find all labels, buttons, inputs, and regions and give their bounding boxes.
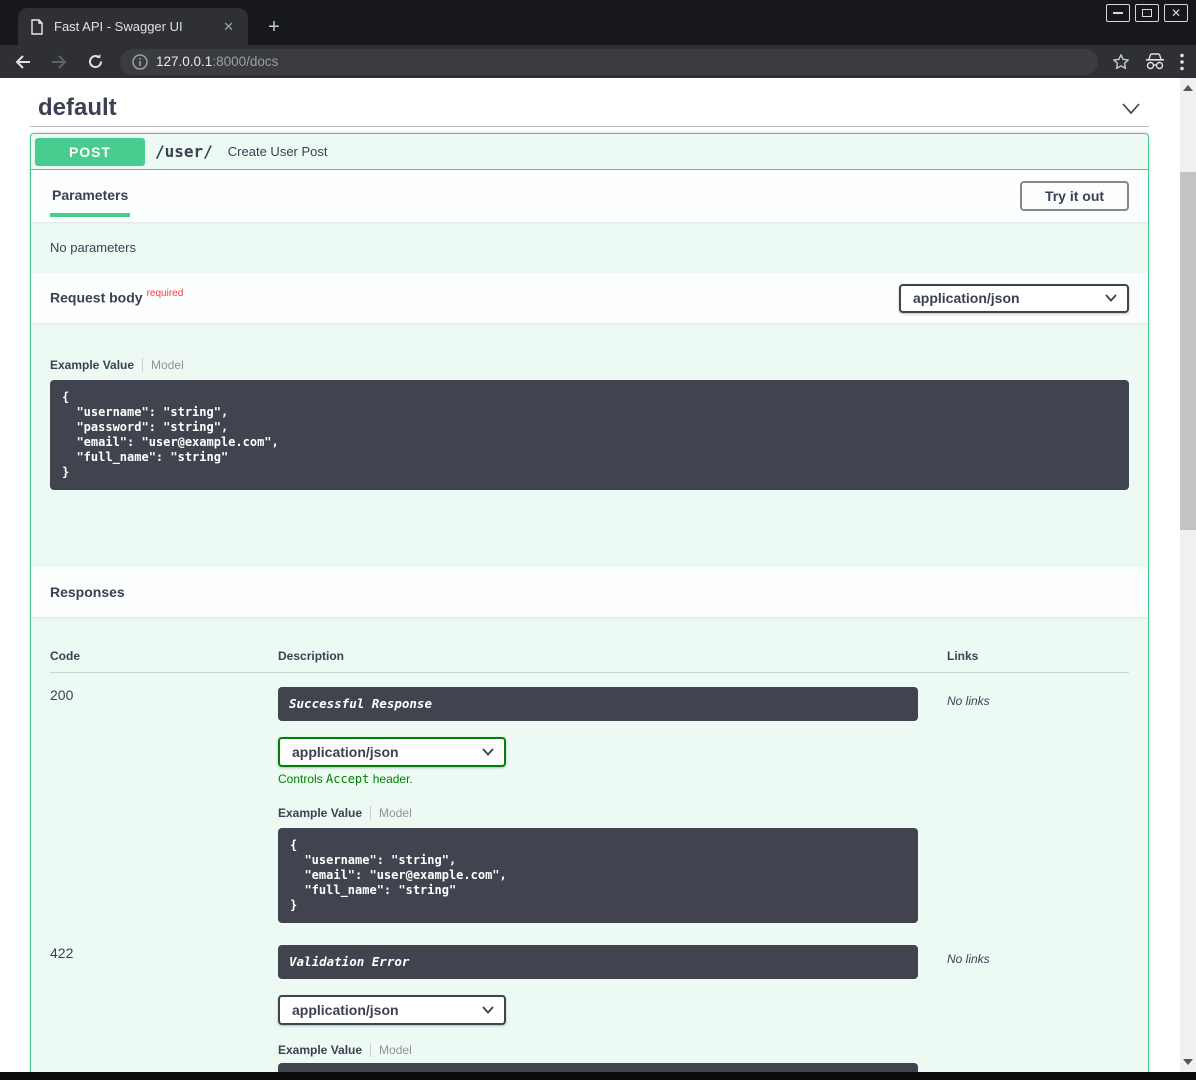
response-media-type-value-200: application/json (292, 744, 399, 760)
tab-parameters: Parameters (50, 170, 130, 217)
parameters-label: Parameters (52, 187, 128, 203)
tab-title: Fast API - Swagger UI (54, 19, 219, 34)
response-links: No links (947, 687, 1129, 923)
column-code: Code (50, 649, 278, 663)
response-media-type-value-422: application/json (292, 1002, 399, 1018)
response-description: Validation Error (278, 945, 918, 979)
response-media-type-select-422[interactable]: application/json (278, 995, 506, 1025)
response-media-type-select-200[interactable]: application/json (278, 737, 506, 767)
example-model-tabs: Example Value Model (278, 1043, 947, 1057)
url-bar[interactable]: 127.0.0.1:8000/docs (120, 49, 1098, 75)
request-example-json[interactable]: { "username": "string", "password": "str… (50, 380, 1129, 490)
responses-table: Code Description Links 200 Successful Re… (31, 617, 1148, 1072)
responses-table-head: Code Description Links (50, 649, 1129, 673)
response-example-json-422[interactable]: { "detail": [ (278, 1063, 918, 1072)
browser-tab[interactable]: Fast API - Swagger UI ✕ (18, 8, 248, 45)
browser-toolbar: 127.0.0.1:8000/docs (0, 45, 1196, 78)
accept-note-prefix: Controls (278, 772, 326, 786)
opblock-post-user: POST /user/ Create User Post Parameters … (30, 133, 1149, 1072)
column-links: Links (947, 649, 1129, 663)
request-body-header: Request body required application/json (31, 273, 1148, 323)
request-example-area: Example Value Model { "username": "strin… (31, 323, 1148, 567)
maximize-button[interactable] (1135, 4, 1159, 22)
window-bottom-edge (0, 1072, 1196, 1080)
accept-note-suffix: header. (369, 772, 412, 786)
response-description-cell: Validation Error application/json (278, 945, 947, 1072)
try-it-out-button[interactable]: Try it out (1020, 181, 1129, 211)
required-badge: required (147, 288, 184, 299)
response-description: Successful Response (278, 687, 918, 721)
tab-model[interactable]: Model (151, 358, 184, 372)
incognito-icon (1144, 53, 1166, 71)
response-row-422: 422 Validation Error application/json (50, 931, 1129, 1072)
example-model-tabs: Example Value Model (50, 358, 1129, 372)
scrollbar-down-arrow-icon[interactable] (1183, 1059, 1193, 1065)
chevron-down-icon (482, 1006, 494, 1014)
tag-section-title: default (38, 94, 117, 122)
new-tab-button[interactable]: + (262, 16, 286, 40)
example-model-tabs: Example Value Model (278, 806, 947, 820)
responses-title: Responses (50, 584, 125, 600)
endpoint-summary: Create User Post (228, 144, 328, 159)
parameters-header: Parameters Try it out (31, 170, 1148, 222)
response-row-200: 200 Successful Response application/json (50, 673, 1129, 923)
site-info-icon[interactable] (132, 54, 148, 70)
request-media-type-select[interactable]: application/json (899, 284, 1129, 313)
toolbar-right-icons (1112, 53, 1184, 71)
request-media-type-value: application/json (913, 290, 1020, 306)
no-parameters-message: No parameters (31, 222, 1148, 273)
tab-model[interactable]: Model (379, 806, 412, 820)
scrollbar-up-arrow-icon[interactable] (1183, 85, 1193, 91)
http-method-badge: POST (35, 138, 145, 166)
accept-note-code: Accept (326, 772, 369, 786)
minimize-button[interactable] (1106, 4, 1130, 22)
request-body-label: Request body (50, 290, 143, 306)
response-code: 200 (50, 687, 278, 923)
url-path: :8000/docs (212, 54, 278, 69)
response-description-cell: Successful Response application/json Con… (278, 687, 947, 923)
tab-close-icon[interactable]: ✕ (219, 19, 238, 35)
section-collapse-chevron-icon[interactable] (1121, 102, 1141, 115)
endpoint-path: /user/ (155, 142, 213, 161)
tab-example-value[interactable]: Example Value (50, 358, 134, 372)
reload-icon[interactable] (82, 49, 108, 75)
tab-separator (370, 806, 371, 820)
tab-separator (370, 1043, 371, 1057)
scrollbar-thumb[interactable] (1180, 172, 1196, 530)
page-scrollbar[interactable] (1180, 78, 1196, 1072)
tab-example-value[interactable]: Example Value (278, 1043, 362, 1057)
favicon-document-icon (30, 19, 44, 35)
response-code: 422 (50, 945, 278, 1072)
opblock-summary[interactable]: POST /user/ Create User Post (31, 134, 1148, 170)
tab-separator (142, 358, 143, 372)
window-controls: ✕ (1106, 4, 1188, 22)
tab-example-value[interactable]: Example Value (278, 806, 362, 820)
forward-arrow-icon[interactable] (46, 49, 72, 75)
tag-section-header[interactable]: default (30, 78, 1149, 127)
bookmark-star-icon[interactable] (1112, 53, 1130, 71)
accept-header-note: Controls Accept header. (278, 772, 947, 786)
chevron-down-icon (482, 748, 494, 756)
url-text[interactable]: 127.0.0.1:8000/docs (156, 54, 278, 69)
kebab-menu-icon[interactable] (1180, 53, 1184, 71)
request-body-label-group: Request body required (50, 288, 183, 307)
close-button[interactable]: ✕ (1164, 4, 1188, 22)
response-example-json-200[interactable]: { "username": "string", "email": "user@e… (278, 828, 918, 923)
chevron-down-icon (1105, 294, 1117, 302)
tab-strip: Fast API - Swagger UI ✕ + ✕ (0, 0, 1196, 45)
browser-window: Fast API - Swagger UI ✕ + ✕ (0, 0, 1196, 1080)
responses-header: Responses (31, 567, 1148, 617)
response-links: No links (947, 945, 1129, 1072)
column-description: Description (278, 649, 947, 663)
tab-model[interactable]: Model (379, 1043, 412, 1057)
url-host: 127.0.0.1 (156, 54, 212, 69)
back-arrow-icon[interactable] (10, 49, 36, 75)
swagger-page: default POST /user/ Create User Post Par… (0, 78, 1180, 1072)
